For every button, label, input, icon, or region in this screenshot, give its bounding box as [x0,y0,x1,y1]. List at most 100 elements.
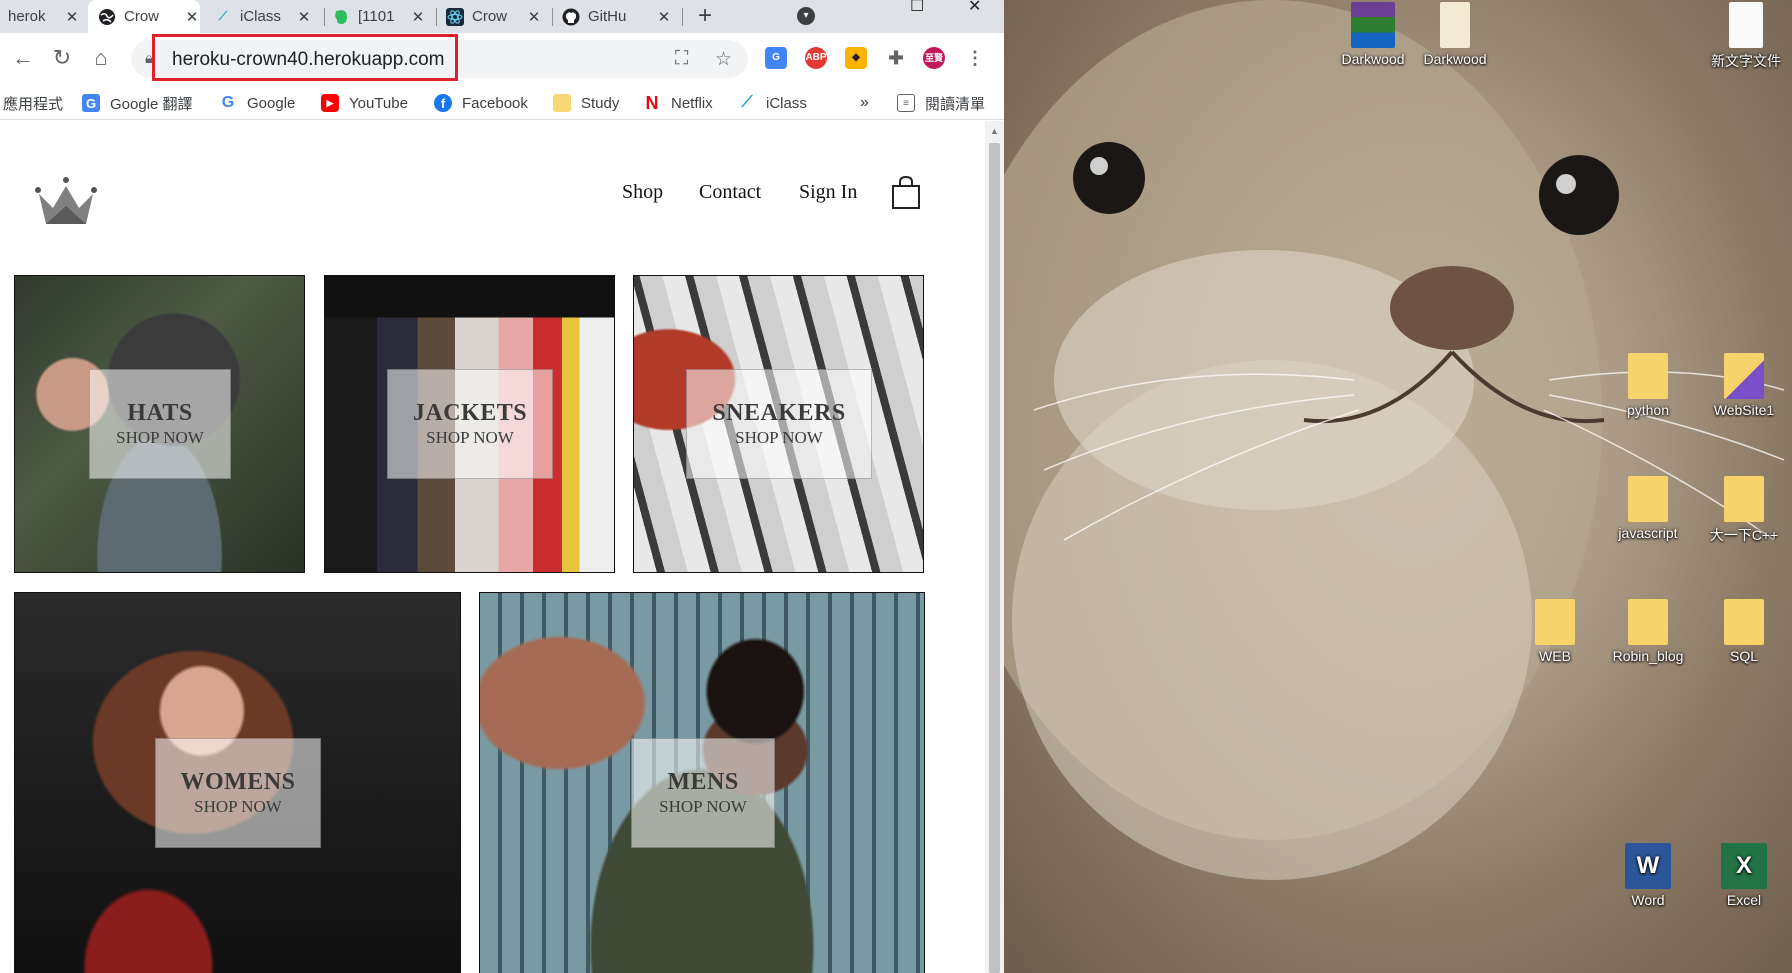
bookmarks-overflow-chevron-icon[interactable]: » [860,86,869,120]
desktop-icon-robin-blog[interactable]: Robin_blog [1604,599,1692,664]
desktop-icon-web[interactable]: WEB [1511,599,1599,664]
bookmark-google-translate[interactable]: G Google 翻譯 [82,86,193,120]
category-jackets[interactable]: JACKETS SHOP NOW [324,275,615,573]
maximize-icon[interactable]: ☐ [910,0,924,16]
tab-strip: herok ✕ Crow ✕ ⟋ iClass ✕ [1101 ✕ Crow ✕… [0,0,1004,33]
desktop-icon-new-text[interactable]: 新文字文件 [1702,2,1790,71]
translate-page-icon[interactable]: ⛶ [675,48,688,70]
home-icon[interactable]: ⌂ [88,45,114,71]
folder-icon [553,94,571,112]
tab-title: GitHu [588,8,627,25]
shop-now-label: SHOP NOW [426,428,514,447]
desktop-icon-label: python [1626,402,1670,418]
desktop-icon-javascript[interactable]: javascript [1604,476,1692,541]
folder-icon [1440,2,1470,48]
tab-title: Crow [472,8,508,25]
category-sneakers[interactable]: SNEAKERS SHOP NOW [633,275,924,573]
overflow-label: » [860,94,869,111]
category-label: SNEAKERS SHOP NOW [686,369,872,479]
menu-kebab-icon[interactable]: ⋮ [964,47,986,69]
category-womens[interactable]: WOMENS SHOP NOW [14,592,461,973]
back-arrow-icon[interactable]: ← [10,45,36,71]
google-translate-extension-icon[interactable]: G [765,47,787,69]
reading-list-button[interactable]: ≡ 閱讀清單 [897,86,985,120]
nav-shop[interactable]: Shop [622,181,663,204]
shop-now-label: SHOP NOW [659,797,747,816]
globe-icon [98,8,116,26]
desktop-icon-website1[interactable]: WebSite1 [1700,353,1788,418]
close-tab-icon[interactable]: ✕ [184,8,200,26]
category-mens[interactable]: MENS SHOP NOW [479,592,925,973]
bookmark-study[interactable]: Study [553,86,619,120]
bookmarks-bar: 應用程式 G Google 翻譯 G Google ▶ YouTube f Fa… [0,86,1004,120]
bookmark-facebook[interactable]: f Facebook [434,86,528,120]
tab-divider [682,8,683,26]
tab-title: herok [8,8,46,25]
reload-icon[interactable]: ↻ [49,45,75,71]
extension-cube-icon[interactable]: ◆ [845,47,867,69]
desktop-icon-darkwood-rar[interactable]: Darkwood [1329,2,1417,67]
close-tab-icon[interactable]: ✕ [296,8,312,26]
netflix-icon: N [645,92,659,113]
folder-icon [1724,599,1764,645]
bookmark-apps[interactable]: 應用程式 [3,86,63,120]
desktop-icon-darkwood-folder[interactable]: Darkwood [1411,2,1499,67]
bookmark-iclass[interactable]: ⟋ iClass [738,86,806,120]
category-hats[interactable]: HATS SHOP NOW [14,275,305,573]
page-scrollbar[interactable]: ▲ [985,121,1004,973]
desktop-icon-word[interactable]: W Word [1604,843,1692,908]
desktop-icon-python[interactable]: python [1604,353,1692,418]
desktop-icon-label: javascript [1618,525,1678,541]
crown-logo-icon[interactable] [34,176,98,233]
bookmark-label: Google [247,94,296,112]
tab-search-chevron-icon[interactable]: ▾ [797,7,815,25]
desktop-icon-sql[interactable]: SQL [1700,599,1788,664]
scroll-up-arrow-icon[interactable]: ▲ [990,126,999,136]
desktop-icon-cpp[interactable]: 大一下C++ [1700,476,1788,545]
bookmark-youtube[interactable]: ▶ YouTube [321,86,408,120]
tab-crown-react[interactable]: Crow ✕ [446,0,542,33]
profile-avatar[interactable]: 至賢 [923,47,945,69]
desktop-icon-label: 新文字文件 [1711,53,1781,69]
close-window-icon[interactable]: ✕ [968,0,981,16]
folder-icon [1724,476,1764,522]
bookmark-google[interactable]: G Google [219,86,296,120]
shop-now-label: SHOP NOW [194,797,282,816]
tab-heroku[interactable]: herok ✕ [8,0,80,33]
tab-divider [436,8,437,26]
bookmark-netflix[interactable]: N Netflix [643,86,713,120]
close-tab-icon[interactable]: ✕ [410,8,426,26]
tab-divider [324,8,325,26]
nav-sign-in[interactable]: Sign In [799,181,857,204]
bookmark-label: YouTube [349,94,408,112]
desktop-icon-label: Word [1631,892,1665,908]
nav-contact[interactable]: Contact [699,181,761,204]
folder-shortcut-icon [1628,476,1668,522]
profile-initials: 至賢 [924,53,943,63]
scrollbar-thumb[interactable] [989,143,1000,973]
tab-iclass[interactable]: ⟋ iClass ✕ [214,0,312,33]
desktop-icon-excel[interactable]: X Excel [1700,843,1788,908]
google-icon: G [221,94,235,111]
bookmark-star-icon[interactable]: ☆ [715,48,732,71]
tab-evernote[interactable]: [1101 ✕ [332,0,426,33]
puzzle-extensions-icon[interactable]: ✚ [885,47,907,69]
close-tab-icon[interactable]: ✕ [656,8,672,26]
category-label: MENS SHOP NOW [631,738,775,848]
reading-list-label: 閱讀清單 [925,95,986,113]
close-tab-icon[interactable]: ✕ [526,8,542,26]
visual-studio-icon [1724,353,1764,399]
winrar-icon [1351,2,1395,48]
new-tab-plus-icon[interactable]: + [698,2,712,30]
tab-github[interactable]: GitHu ✕ [562,0,672,33]
bookmark-label: Google 翻譯 [110,95,193,113]
shopping-bag-icon[interactable] [891,175,921,215]
tab-divider [552,8,553,26]
excel-icon: X [1721,843,1767,889]
close-tab-icon[interactable]: ✕ [64,8,80,26]
word-icon: W [1625,843,1671,889]
tab-crown-active[interactable]: Crow ✕ [88,0,200,33]
adblock-plus-icon[interactable]: ABP [805,47,827,69]
desktop-icon-label: 大一下C++ [1709,527,1779,543]
category-label: JACKETS SHOP NOW [387,369,553,479]
